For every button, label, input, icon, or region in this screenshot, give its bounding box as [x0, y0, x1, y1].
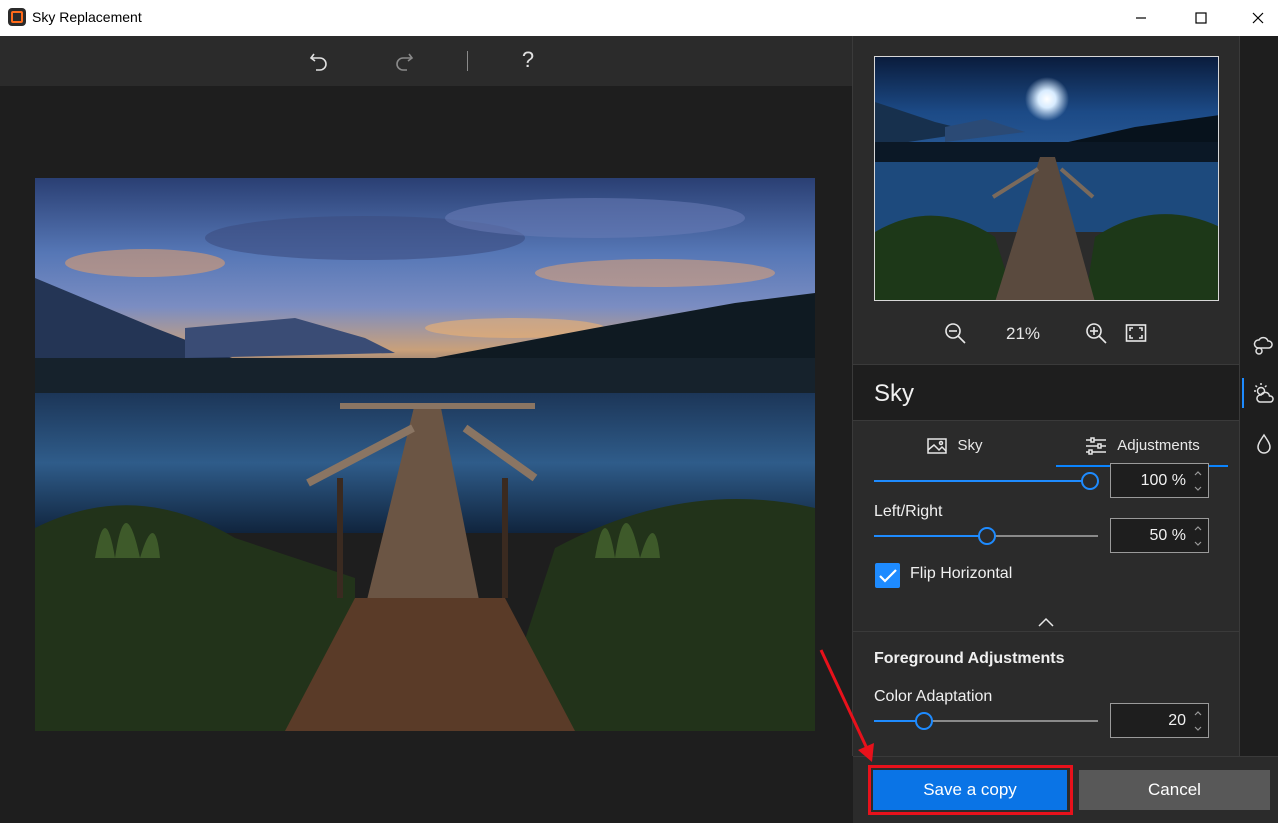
- window-title: Sky Replacement: [32, 9, 142, 25]
- left-right-label: Left/Right: [874, 503, 943, 520]
- color-adaptation-label: Color Adaptation: [874, 688, 993, 705]
- foreground-title: Foreground Adjustments: [874, 650, 1065, 667]
- tab-adjustments-label: Adjustments: [1117, 437, 1200, 454]
- cloud-tool-icon: [1253, 336, 1273, 355]
- close-button[interactable]: [1238, 0, 1278, 36]
- toolbar-divider: [467, 51, 468, 71]
- color-adaptation-slider-thumb[interactable]: [915, 712, 933, 730]
- tool-weather[interactable]: [1252, 382, 1276, 406]
- left-right-slider-fill: [874, 535, 986, 537]
- chevron-up-icon: [1038, 617, 1054, 627]
- top-value: 100 %: [1140, 472, 1186, 489]
- redo-icon: [396, 53, 414, 71]
- top-value-field[interactable]: 100 %: [1110, 463, 1209, 498]
- tool-water[interactable]: [1252, 432, 1276, 456]
- fit-to-screen-button[interactable]: [1125, 323, 1147, 348]
- annotation-arrow: [819, 649, 874, 762]
- color-adaptation-value: 20: [1168, 712, 1186, 729]
- app-icon: [8, 8, 26, 26]
- left-right-value-field[interactable]: 50 %: [1110, 518, 1209, 553]
- spin-arrows-icon: [1194, 471, 1202, 491]
- checkmark-icon: [878, 568, 897, 583]
- spin-arrows-icon: [1194, 526, 1202, 546]
- tab-sky-label: Sky: [957, 437, 983, 454]
- zoom-out-icon: [945, 323, 966, 344]
- redo-button[interactable]: [390, 48, 418, 74]
- highlight-box: [868, 765, 1073, 815]
- undo-button[interactable]: [305, 48, 333, 74]
- partly-cloudy-icon: [1254, 383, 1274, 403]
- top-slider-thumb[interactable]: [1081, 472, 1099, 490]
- spin-arrows-icon: [1194, 711, 1202, 731]
- main-photo: [35, 178, 815, 731]
- tool-sky-replace[interactable]: [1252, 333, 1276, 357]
- zoom-in-icon: [1086, 323, 1107, 344]
- maximize-button[interactable]: [1178, 0, 1224, 36]
- fit-screen-icon: [1125, 324, 1147, 342]
- zoom-level: 21%: [1006, 324, 1041, 343]
- droplet-icon: [1257, 433, 1271, 454]
- left-right-value: 50 %: [1149, 527, 1186, 544]
- collapse-button[interactable]: [1038, 614, 1054, 632]
- top-slider-fill: [874, 480, 1088, 482]
- panel-title: Sky: [874, 380, 915, 407]
- undo-icon: [309, 53, 327, 71]
- title-bar: Sky Replacement: [0, 0, 1278, 36]
- tab-sky[interactable]: Sky: [905, 420, 1005, 471]
- help-button[interactable]: ?: [514, 47, 542, 73]
- zoom-in-button[interactable]: [1085, 322, 1107, 349]
- image-icon: [927, 437, 948, 454]
- color-adaptation-value-field[interactable]: 20: [1110, 703, 1209, 738]
- preview-thumbnail[interactable]: [874, 56, 1219, 301]
- flip-horizontal-checkbox[interactable]: [875, 563, 900, 588]
- editor-toolbar: [0, 36, 852, 86]
- active-tool-indicator: [1242, 378, 1244, 408]
- flip-horizontal-label: Flip Horizontal: [910, 565, 1013, 582]
- sliders-icon: [1086, 436, 1107, 455]
- cancel-button[interactable]: Cancel: [1079, 770, 1270, 810]
- zoom-out-button[interactable]: [944, 322, 966, 349]
- left-right-slider-thumb[interactable]: [978, 527, 996, 545]
- minimize-button[interactable]: [1118, 0, 1164, 36]
